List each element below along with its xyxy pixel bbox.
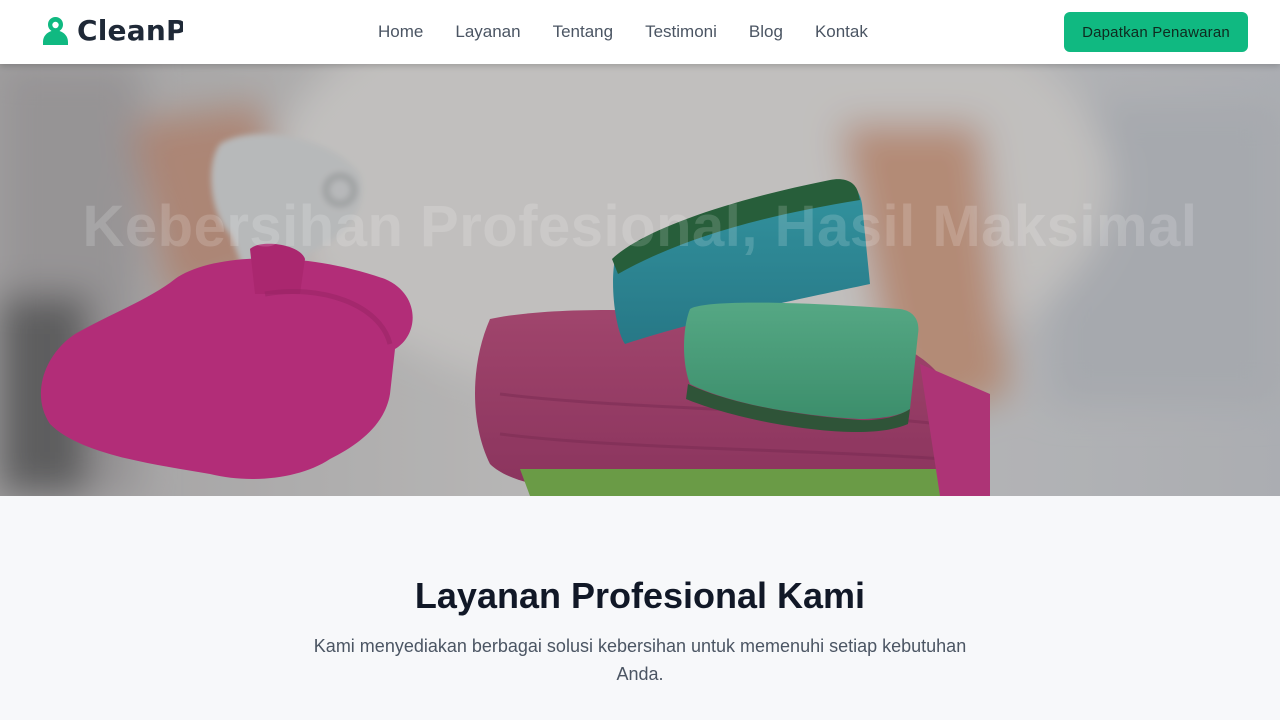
brand-name: CleanP	[77, 14, 183, 47]
hero-overlay	[0, 64, 1280, 496]
services-section: Layanan Profesional Kami Kami menyediaka…	[0, 496, 1280, 720]
get-quote-button[interactable]: Dapatkan Penawaran	[1064, 12, 1248, 52]
nav-item-kontak[interactable]: Kontak	[799, 20, 884, 44]
services-title: Layanan Profesional Kami	[414, 575, 866, 616]
nav-item-blog[interactable]: Blog	[733, 20, 799, 44]
nav-item-home[interactable]: Home	[362, 20, 439, 44]
nav-item-tentang[interactable]: Tentang	[537, 20, 630, 44]
navbar: CleanP Home Layanan Tentang Testimoni Bl…	[0, 0, 1280, 64]
hero-section: Kebersihan Profesional, Hasil Maksimal	[0, 64, 1280, 496]
main-nav: Home Layanan Tentang Testimoni Blog Kont…	[362, 20, 884, 44]
brand-logo-link[interactable]: CleanP	[42, 14, 183, 48]
nav-item-layanan[interactable]: Layanan	[439, 20, 536, 44]
services-subtitle: Kami menyediakan berbagai solusi kebersi…	[313, 636, 967, 684]
hero-title: Kebersihan Profesional, Hasil Maksimal	[82, 194, 1198, 259]
person-pin-icon	[43, 17, 68, 45]
nav-item-testimoni[interactable]: Testimoni	[629, 20, 733, 44]
